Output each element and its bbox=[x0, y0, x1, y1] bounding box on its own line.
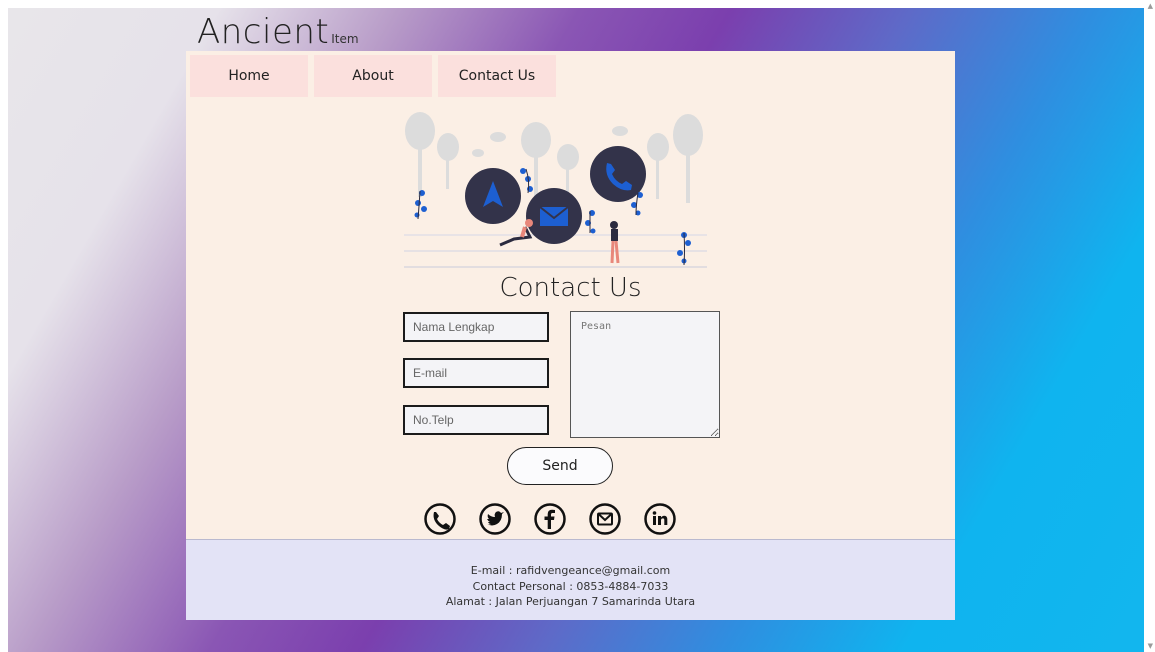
main-nav: Home About Contact Us bbox=[190, 55, 556, 97]
contact-illustration bbox=[404, 112, 707, 268]
site-logo[interactable]: Ancient Item bbox=[197, 12, 359, 52]
logo-main-text: Ancient bbox=[197, 12, 330, 52]
logo-sub-text: Item bbox=[331, 32, 359, 46]
gmail-icon[interactable] bbox=[589, 503, 621, 535]
footer-contact: Contact Personal : 0853-4884-7033 bbox=[472, 579, 669, 593]
social-links bbox=[424, 503, 676, 535]
scroll-up-icon[interactable]: ▲ bbox=[1148, 2, 1153, 10]
vertical-scrollbar[interactable]: ▲ ▼ bbox=[1144, 0, 1155, 652]
footer-address: Alamat : Jalan Perjuangan 7 Samarinda Ut… bbox=[445, 595, 696, 608]
scroll-down-icon[interactable]: ▼ bbox=[1148, 642, 1153, 650]
phone-icon[interactable] bbox=[424, 503, 456, 535]
facebook-icon[interactable] bbox=[534, 503, 566, 535]
nav-about[interactable]: About bbox=[314, 55, 432, 97]
nav-contact-us[interactable]: Contact Us bbox=[438, 55, 556, 97]
content-card: Home About Contact Us Contact Us Nama Le… bbox=[186, 51, 955, 620]
footer: E-mail : rafidvengeance@gmail.com Contac… bbox=[186, 539, 955, 620]
message-field[interactable] bbox=[570, 311, 720, 438]
twitter-icon[interactable] bbox=[479, 503, 511, 535]
linkedin-icon[interactable] bbox=[644, 503, 676, 535]
send-button[interactable]: Send bbox=[507, 447, 613, 485]
phone-field[interactable] bbox=[403, 405, 549, 435]
nav-home[interactable]: Home bbox=[190, 55, 308, 97]
page-title: Contact Us bbox=[499, 273, 642, 303]
footer-email: E-mail : rafidvengeance@gmail.com bbox=[470, 564, 671, 577]
email-field[interactable] bbox=[403, 358, 549, 388]
name-field[interactable] bbox=[403, 312, 549, 342]
